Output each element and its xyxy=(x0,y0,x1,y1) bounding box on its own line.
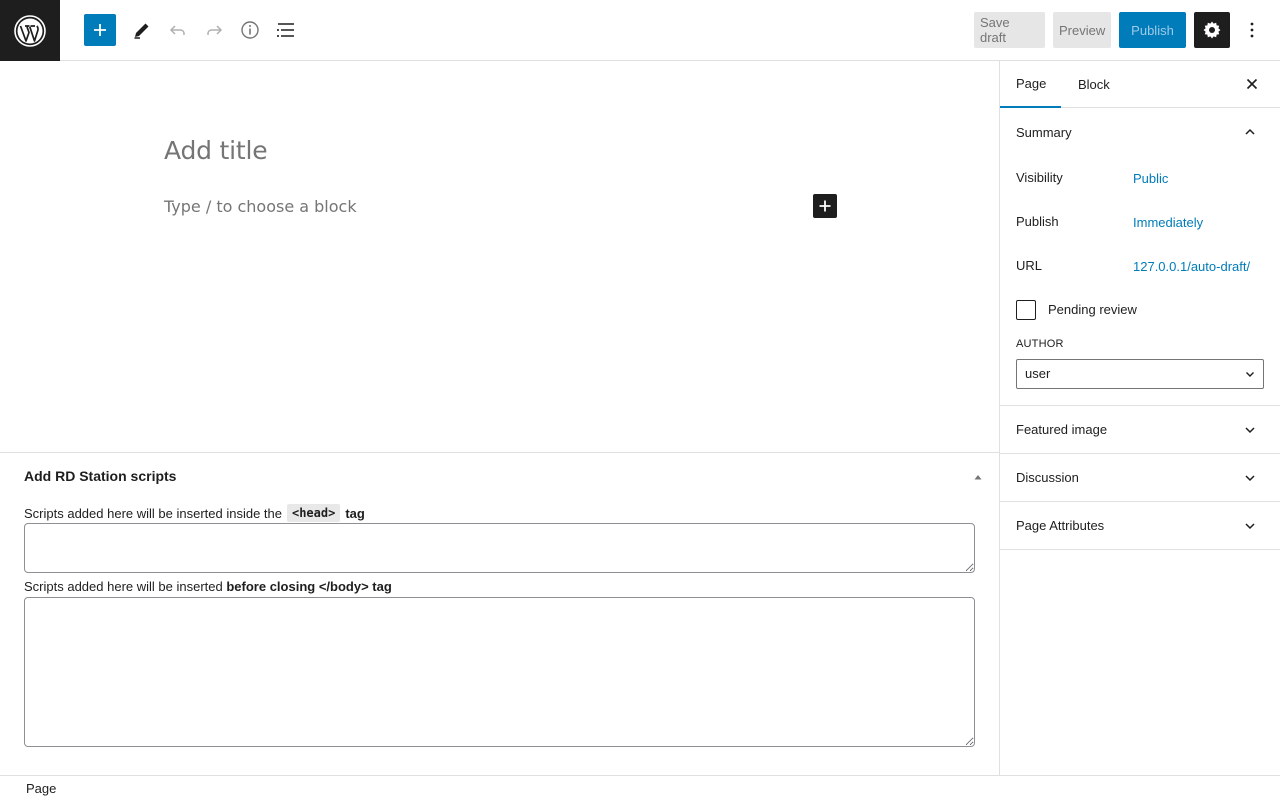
url-label: URL xyxy=(1016,258,1043,273)
settings-button[interactable] xyxy=(1194,12,1230,48)
rd-station-metabox: Add RD Station scripts Scripts added her… xyxy=(0,452,999,775)
editor-footer: Page xyxy=(0,775,1280,800)
tools-button[interactable] xyxy=(126,12,158,48)
tab-page[interactable]: Page xyxy=(1000,61,1061,108)
pencil-icon xyxy=(134,23,149,39)
author-label: AUTHOR xyxy=(1016,338,1064,350)
visibility-value-button[interactable]: Public xyxy=(1133,171,1168,186)
head-scripts-label: Scripts added here will be inserted insi… xyxy=(24,504,365,522)
publish-button[interactable]: Publish xyxy=(1119,12,1186,48)
summary-title: Summary xyxy=(1016,124,1072,140)
breadcrumb[interactable]: Page xyxy=(26,781,56,796)
post-title-placeholder[interactable]: Add title xyxy=(164,136,268,165)
chevron-down-icon xyxy=(1246,372,1254,377)
chevron-down-icon xyxy=(1245,427,1255,434)
head-label-suffix: tag xyxy=(345,505,365,521)
redo-icon xyxy=(207,25,223,35)
details-button[interactable] xyxy=(234,12,266,48)
body-label-bold: before closing </body> tag xyxy=(226,579,392,594)
list-view-button[interactable] xyxy=(270,12,302,48)
body-label-prefix: Scripts added here will be inserted xyxy=(24,579,223,594)
head-scripts-textarea[interactable] xyxy=(24,523,975,573)
body-scripts-textarea[interactable] xyxy=(24,597,975,747)
visibility-label: Visibility xyxy=(1016,170,1063,185)
pending-review-label[interactable]: Pending review xyxy=(1048,302,1137,317)
publish-label: Publish xyxy=(1016,214,1059,229)
sidebar-tabs: Page Block xyxy=(1000,61,1280,108)
author-selected-value: user xyxy=(1025,366,1051,381)
head-label-prefix: Scripts added here will be inserted insi… xyxy=(24,505,282,521)
close-sidebar-button[interactable] xyxy=(1240,72,1264,96)
tab-block[interactable]: Block xyxy=(1062,61,1126,108)
discussion-title: Discussion xyxy=(1016,470,1079,485)
save-draft-button[interactable]: Save draft xyxy=(974,12,1045,48)
info-icon xyxy=(241,21,259,39)
featured-image-title: Featured image xyxy=(1016,422,1108,437)
redo-button[interactable] xyxy=(198,12,230,48)
more-vertical-icon xyxy=(1250,22,1254,38)
close-icon xyxy=(1246,78,1258,90)
preview-button[interactable]: Preview xyxy=(1053,12,1111,48)
editor-canvas: Add title Type / to choose a block xyxy=(0,61,999,453)
gear-icon xyxy=(1203,21,1221,39)
add-block-button[interactable] xyxy=(84,14,116,46)
body-scripts-label: Scripts added here will be inserted befo… xyxy=(24,579,392,594)
undo-icon xyxy=(169,25,185,35)
editor-header: Save draft Preview Publish xyxy=(0,0,1280,61)
undo-button[interactable] xyxy=(162,12,194,48)
discussion-panel-toggle[interactable]: Discussion xyxy=(1000,454,1280,502)
page-attributes-title: Page Attributes xyxy=(1016,518,1105,533)
publish-date-button[interactable]: Immediately xyxy=(1133,215,1203,230)
options-button[interactable] xyxy=(1236,12,1268,48)
inline-add-block-button[interactable] xyxy=(813,194,837,218)
settings-sidebar: Page Block Summary Visibility Public Pub… xyxy=(999,61,1280,775)
metabox-toggle-button[interactable] xyxy=(972,470,984,482)
pending-review-checkbox[interactable] xyxy=(1016,300,1036,320)
block-editor: Save draft Preview Publish Add title Typ… xyxy=(0,0,1280,800)
plus-icon xyxy=(94,24,106,36)
chevron-down-icon xyxy=(1245,523,1255,530)
default-block-appender[interactable]: Type / to choose a block xyxy=(164,197,357,216)
chevron-down-icon xyxy=(1245,475,1255,482)
chevron-up-icon xyxy=(1245,128,1255,135)
author-select[interactable]: user xyxy=(1016,359,1264,389)
triangle-up-icon xyxy=(974,475,982,480)
plus-icon xyxy=(819,200,831,212)
summary-panel-body: Visibility Public Publish Immediately UR… xyxy=(1000,156,1280,406)
page-attributes-panel-toggle[interactable]: Page Attributes xyxy=(1000,502,1280,550)
list-view-icon xyxy=(277,23,294,37)
wordpress-logo-icon[interactable] xyxy=(0,0,60,61)
summary-panel-toggle[interactable]: Summary xyxy=(1000,108,1280,156)
head-code-tag: <head> xyxy=(286,504,341,522)
metabox-title: Add RD Station scripts xyxy=(24,468,177,484)
featured-image-panel-toggle[interactable]: Featured image xyxy=(1000,406,1280,454)
url-value-button[interactable]: 127.0.0.1/auto-draft/ xyxy=(1133,259,1250,274)
